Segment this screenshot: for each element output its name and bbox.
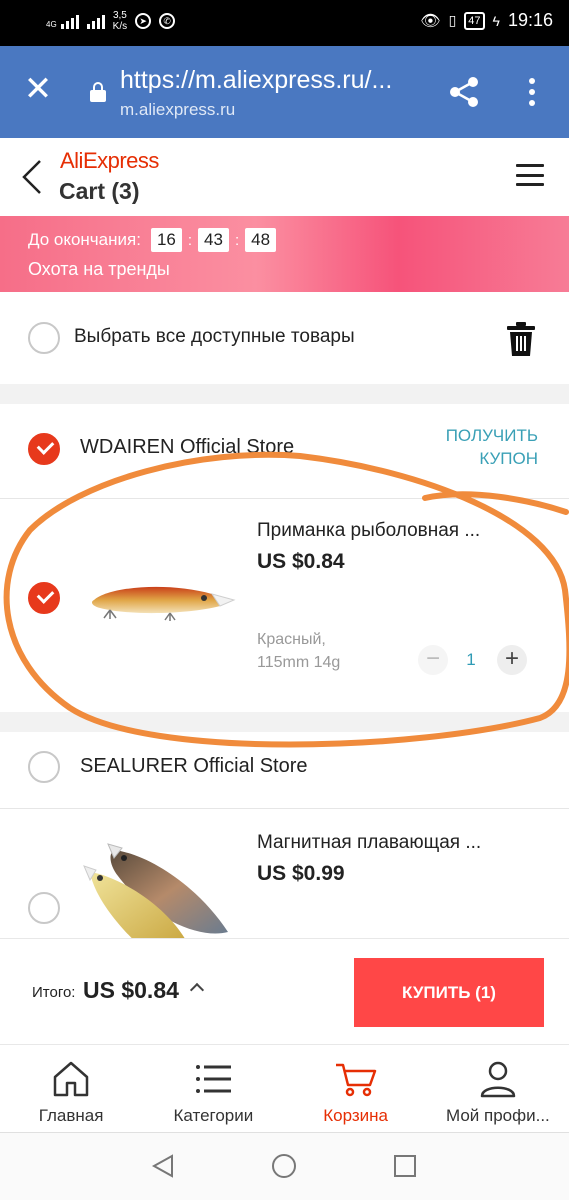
countdown-hours: 16 <box>150 228 182 252</box>
status-right: 👁 ▯ 47 ϟ 19:16 <box>420 10 553 31</box>
trash-icon[interactable] <box>507 322 535 356</box>
back-arrow-icon[interactable] <box>20 158 44 196</box>
item-checkbox[interactable] <box>28 582 60 614</box>
tab-categories[interactable]: Категории <box>142 1045 284 1132</box>
quantity-increase-button[interactable]: + <box>497 645 527 675</box>
select-all-label[interactable]: Выбрать все доступные товары <box>74 326 355 348</box>
cart-icon <box>335 1063 376 1097</box>
viber-icon: ✆ <box>159 13 176 29</box>
battery-level: 47 <box>468 14 481 27</box>
get-coupon-link[interactable]: ПОЛУЧИТЬ КУПОН <box>420 424 538 470</box>
item-price: US $0.84 <box>257 550 345 573</box>
total-value[interactable]: US $0.84 <box>83 977 179 1004</box>
promo-banner[interactable]: До окончания: 16 : 43 : 48 Охота на трен… <box>0 216 569 292</box>
countdown-minutes: 43 <box>198 228 229 252</box>
item-title[interactable]: Приманка рыболовная ... <box>257 520 480 542</box>
countdown-separator: : <box>187 231 193 249</box>
divider <box>0 808 569 809</box>
variant-color: Красный, <box>257 631 326 648</box>
eye-comfort-icon: 👁 <box>420 12 441 30</box>
recents-square-icon[interactable] <box>393 1154 417 1178</box>
total-label: Итого: <box>32 984 76 1001</box>
profile-icon <box>480 1061 516 1098</box>
speed-unit: K/s <box>112 21 128 32</box>
signal-icon: 4G <box>46 13 79 29</box>
variant-size: 115mm 14g <box>257 654 341 671</box>
network-type: 4G <box>46 20 57 29</box>
battery-icon: 47 <box>464 11 485 30</box>
tab-cart[interactable]: Корзина <box>285 1045 427 1132</box>
store-card: SEALURER Official Store Магнитная плаваю… <box>0 732 569 938</box>
fishing-lure-image[interactable] <box>80 564 240 634</box>
network-speed: 3,5 K/s <box>113 10 127 32</box>
tab-profile[interactable]: Мой профи... <box>427 1045 569 1132</box>
item-title[interactable]: Магнитная плавающая ... <box>257 832 481 854</box>
countdown-separator: : <box>234 231 240 249</box>
buy-button[interactable]: КУПИТЬ (1) <box>354 958 544 1027</box>
lock-icon <box>90 82 106 102</box>
store-checkbox[interactable] <box>28 751 60 783</box>
store-checkbox[interactable] <box>28 433 60 465</box>
charging-icon: ϟ <box>492 12 500 29</box>
item-price: US $0.99 <box>257 862 345 885</box>
countdown: До окончания: 16 : 43 : 48 <box>28 228 280 252</box>
store-name[interactable]: SEALURER Official Store <box>80 755 308 778</box>
tab-home[interactable]: Главная <box>0 1045 142 1132</box>
status-left: 4G 3,5 K/s ➤ ✆ <box>46 10 176 32</box>
item-checkbox[interactable] <box>28 892 60 924</box>
speed-value: 3,5 <box>112 10 127 21</box>
brand-logo: AliExpress <box>60 148 159 173</box>
close-icon[interactable]: ✕ <box>20 72 56 108</box>
store-card: WDAIREN Official Store ПОЛУЧИТЬ КУПОН Пр… <box>0 404 569 712</box>
page-title: Cart (3) <box>59 178 140 204</box>
chevron-up-icon[interactable] <box>189 982 205 998</box>
quantity-value: 1 <box>466 650 476 669</box>
checkout-bar: Итого: US $0.84 КУПИТЬ (1) <box>0 938 569 1044</box>
countdown-seconds: 48 <box>245 228 277 252</box>
clock: 19:16 <box>507 10 553 30</box>
coupon-line-2: КУПОН <box>479 449 538 468</box>
coupon-line-1: ПОЛУЧИТЬ <box>445 426 538 445</box>
system-nav-bar <box>0 1132 569 1200</box>
vibrate-icon: ▯ <box>448 12 457 28</box>
url-host: m.aliexpress.ru <box>120 100 236 119</box>
bottom-tab-bar: Главная Категории Корзина Мой профи... <box>0 1044 569 1132</box>
more-menu-icon[interactable] <box>520 74 544 110</box>
item-variant[interactable]: Красный, 115mm 14g <box>257 628 340 674</box>
tab-label: Категории <box>173 1106 254 1125</box>
hamburger-menu-icon[interactable] <box>516 164 544 186</box>
tab-label: Главная <box>38 1106 104 1125</box>
browser-bar: ✕ https://m.aliexpress.ru/... m.aliexpre… <box>0 46 569 138</box>
countdown-label: До окончания: <box>28 230 141 249</box>
signal-2-icon <box>86 13 105 29</box>
share-icon[interactable] <box>446 74 482 110</box>
app-header: AliExpress Cart (3) <box>0 138 569 216</box>
home-icon <box>53 1061 89 1097</box>
home-circle-icon[interactable] <box>271 1153 297 1179</box>
promo-subtitle: Охота на тренды <box>28 259 170 279</box>
back-triangle-icon[interactable] <box>150 1153 176 1179</box>
tab-label: Мой профи... <box>445 1106 550 1125</box>
divider <box>0 498 569 499</box>
quantity-decrease-button[interactable]: − <box>418 645 448 675</box>
select-all-checkbox[interactable] <box>28 322 60 354</box>
tab-label: Корзина <box>323 1106 388 1125</box>
categories-icon <box>196 1065 232 1093</box>
status-bar: 4G 3,5 K/s ➤ ✆ 👁 ▯ 47 ϟ 19:16 <box>0 0 569 46</box>
select-all-row: Выбрать все доступные товары <box>0 292 569 384</box>
telegram-icon: ➤ <box>135 13 152 29</box>
store-name[interactable]: WDAIREN Official Store <box>80 436 294 459</box>
url-text[interactable]: https://m.aliexpress.ru/... <box>120 66 392 95</box>
fishing-lure-image[interactable] <box>78 836 238 938</box>
